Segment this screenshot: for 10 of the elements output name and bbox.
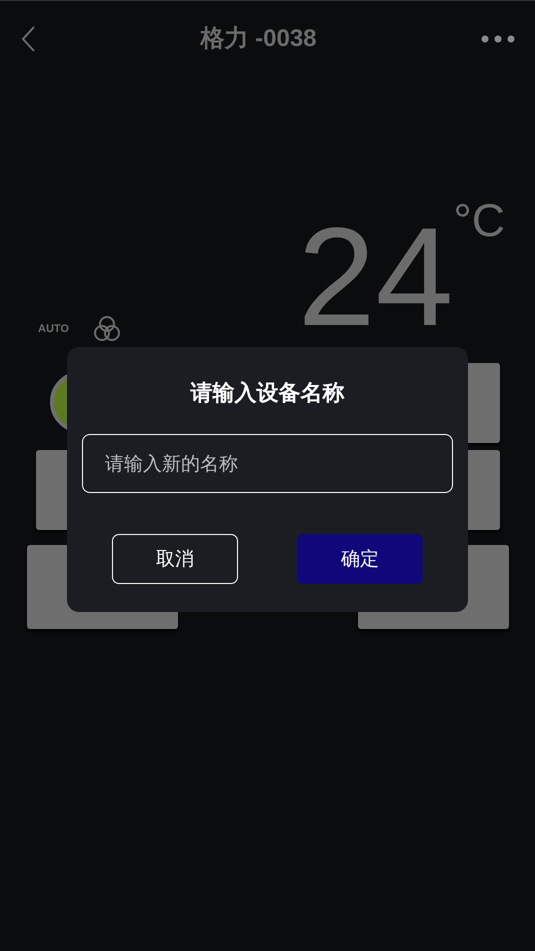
mode-label: AUTO — [38, 322, 69, 337]
back-icon[interactable] — [20, 25, 36, 53]
temperature-value: 24 — [298, 207, 454, 347]
confirm-button[interactable]: 确定 — [297, 534, 423, 584]
name-input-field[interactable]: 请输入新的名称 — [82, 434, 453, 493]
more-icon[interactable] — [481, 35, 515, 43]
dialog-title: 请输入设备名称 — [189, 380, 346, 408]
device-title: 格力 -0038 — [200, 24, 317, 54]
temperature-unit: °C — [453, 197, 505, 243]
cancel-button[interactable]: 取消 — [112, 534, 238, 584]
